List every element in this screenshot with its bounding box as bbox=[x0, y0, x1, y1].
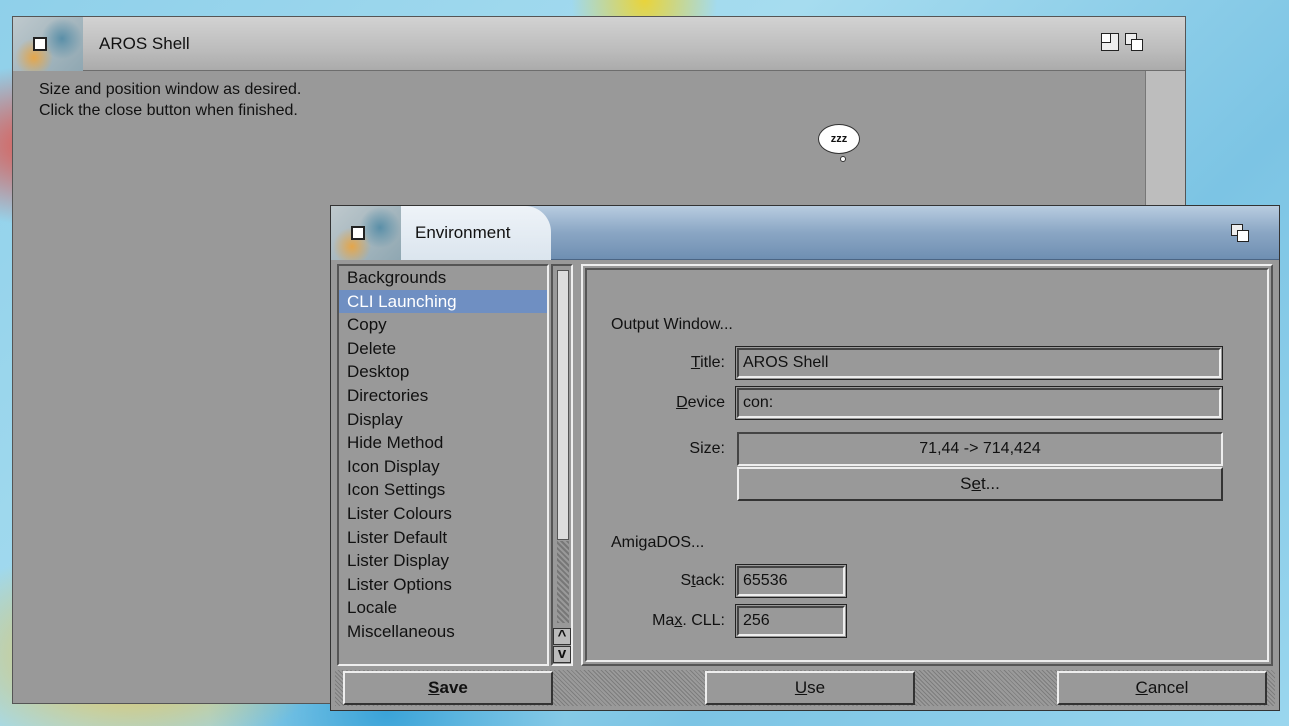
environment-window[interactable]: Environment Backgrounds CLI Launching Co… bbox=[330, 205, 1280, 711]
settings-panel: Output Window... Title: AROS Shell Devic… bbox=[581, 264, 1273, 666]
close-button[interactable] bbox=[33, 37, 47, 51]
device-field-frame: con: bbox=[735, 386, 1223, 420]
shell-titlebar[interactable]: AROS Shell bbox=[13, 17, 1185, 71]
scroll-up-button[interactable]: ^ bbox=[553, 628, 571, 645]
list-item[interactable]: Desktop bbox=[339, 360, 547, 384]
list-item[interactable]: Delete bbox=[339, 337, 547, 361]
list-item[interactable]: Backgrounds bbox=[339, 266, 547, 290]
shell-output: Size and position window as desired. Cli… bbox=[39, 79, 301, 121]
device-field[interactable]: con: bbox=[737, 388, 1221, 418]
depth-icon[interactable] bbox=[1231, 224, 1249, 242]
size-display: 71,44 -> 714,424 bbox=[737, 432, 1223, 466]
shell-line: Size and position window as desired. bbox=[39, 81, 302, 98]
list-item[interactable]: Icon Display bbox=[339, 455, 547, 479]
depth-icon[interactable] bbox=[1125, 33, 1143, 51]
device-label: Device bbox=[676, 394, 725, 411]
list-item[interactable]: Miscellaneous bbox=[339, 620, 547, 644]
list-item[interactable]: Lister Options bbox=[339, 573, 547, 597]
set-button-frame: Set... bbox=[737, 467, 1223, 501]
stack-label: Stack: bbox=[680, 572, 725, 589]
list-item-selected[interactable]: CLI Launching bbox=[339, 289, 547, 314]
list-item[interactable]: Directories bbox=[339, 384, 547, 408]
aros-logo bbox=[331, 206, 401, 260]
shell-title: AROS Shell bbox=[99, 34, 190, 53]
busy-pointer-tail bbox=[840, 156, 846, 162]
env-titlebar[interactable]: Environment bbox=[331, 206, 1279, 260]
maxcll-label: Max. CLL: bbox=[652, 612, 725, 629]
stack-field-frame: 65536 bbox=[735, 564, 847, 598]
env-title: Environment bbox=[415, 223, 511, 242]
amigados-heading: AmigaDOS... bbox=[611, 534, 705, 551]
aros-logo bbox=[13, 17, 83, 71]
list-item[interactable]: Hide Method bbox=[339, 431, 547, 455]
title-field-frame: AROS Shell bbox=[735, 346, 1223, 380]
maxcll-field[interactable]: 256 bbox=[737, 606, 845, 636]
list-scrollbar[interactable]: ^ v bbox=[551, 264, 573, 666]
size-label: Size: bbox=[689, 440, 725, 457]
scroll-down-button[interactable]: v bbox=[553, 646, 571, 663]
title-label: Title: bbox=[690, 354, 725, 371]
settings-panel-inner: Output Window... Title: AROS Shell Devic… bbox=[585, 268, 1269, 662]
list-item[interactable]: Icon Settings bbox=[339, 478, 547, 502]
stack-field[interactable]: 65536 bbox=[737, 566, 845, 596]
title-field[interactable]: AROS Shell bbox=[737, 348, 1221, 378]
env-close-button[interactable] bbox=[351, 226, 365, 240]
output-window-heading: Output Window... bbox=[611, 316, 733, 333]
list-item[interactable]: Lister Colours bbox=[339, 502, 547, 526]
zoom-icon[interactable] bbox=[1101, 33, 1119, 51]
shell-line: Click the close button when finished. bbox=[39, 102, 298, 119]
list-item[interactable]: Locale bbox=[339, 596, 547, 620]
list-item[interactable]: Display bbox=[339, 408, 547, 432]
scroll-thumb[interactable] bbox=[557, 270, 569, 540]
maxcll-field-frame: 256 bbox=[735, 604, 847, 638]
cancel-button[interactable]: Cancel bbox=[1057, 671, 1267, 705]
busy-pointer-icon: zzz bbox=[818, 124, 860, 154]
scroll-track-lower[interactable] bbox=[557, 541, 569, 623]
list-item[interactable]: Lister Display bbox=[339, 549, 547, 573]
set-button[interactable]: Set... bbox=[737, 467, 1223, 501]
category-list[interactable]: Backgrounds CLI Launching Copy Delete De… bbox=[337, 264, 549, 666]
save-button[interactable]: Save bbox=[343, 671, 553, 705]
list-item[interactable]: Copy bbox=[339, 313, 547, 337]
button-bar: Save Use Cancel bbox=[335, 670, 1275, 706]
use-button[interactable]: Use bbox=[705, 671, 915, 705]
list-item[interactable]: Lister Default bbox=[339, 526, 547, 550]
